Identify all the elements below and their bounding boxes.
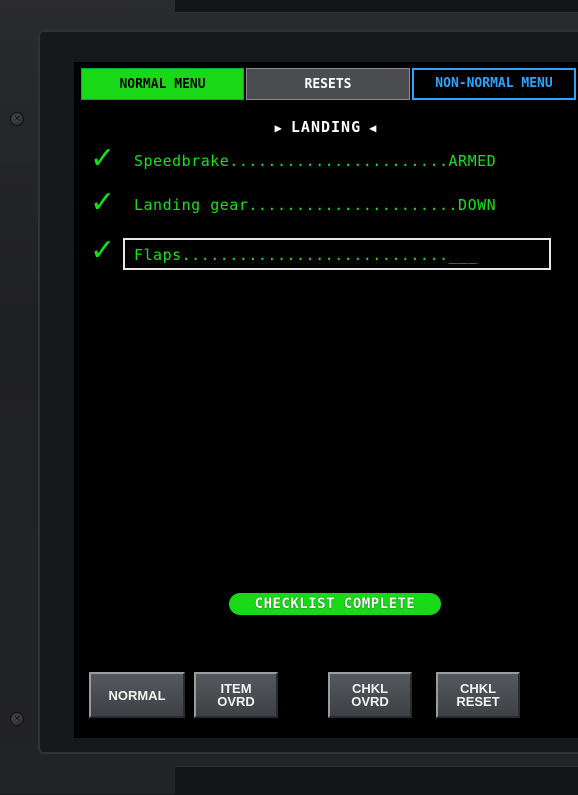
current-item-box[interactable]: Flaps............................___ [123,238,551,270]
triangle-left-icon: ◀ [369,121,378,135]
triangle-right-icon: ▶ [274,121,283,135]
checklist-item-text: Landing gear......................DOWN [134,196,497,214]
normal-button[interactable]: NORMAL [89,672,185,718]
button-label-line: RESET [456,694,500,709]
checklist-item-speedbrake[interactable]: ✓ Speedbrake.......................ARMED [90,142,560,180]
checklist-override-button[interactable]: CHKL OVRD [328,672,412,718]
check-icon: ✓ [90,185,116,220]
screw-icon: × [10,112,24,126]
normal-button-label: NORMAL [108,687,166,703]
tab-non-normal-menu[interactable]: NON-NORMAL MENU [412,68,576,100]
bezel-top-edge [175,0,578,13]
tab-normal-menu[interactable]: NORMAL MENU [81,68,244,100]
checklist-title-row: ▶ LANDING ◀ [74,118,578,136]
tab-resets[interactable]: RESETS [246,68,410,100]
checklist-item-flaps[interactable]: ✓ Flaps............................___ [90,234,560,272]
button-label-line: OVRD [217,694,255,709]
checklist-complete-badge: CHECKLIST COMPLETE [229,593,441,615]
item-override-button[interactable]: ITEM OVRD [194,672,278,718]
checklist-title: LANDING [290,118,362,136]
checklist-item-text: Speedbrake.......................ARMED [134,152,497,170]
checklist-item-landing-gear[interactable]: ✓ Landing gear......................DOWN [90,186,560,224]
checklist-item-text: Flaps............................___ [134,246,478,264]
screw-icon: × [10,712,24,726]
button-label-line: OVRD [351,694,389,709]
bezel-bottom-edge [175,766,578,795]
check-icon: ✓ [90,233,116,268]
check-icon: ✓ [90,141,116,176]
checklist-reset-button[interactable]: CHKL RESET [436,672,520,718]
